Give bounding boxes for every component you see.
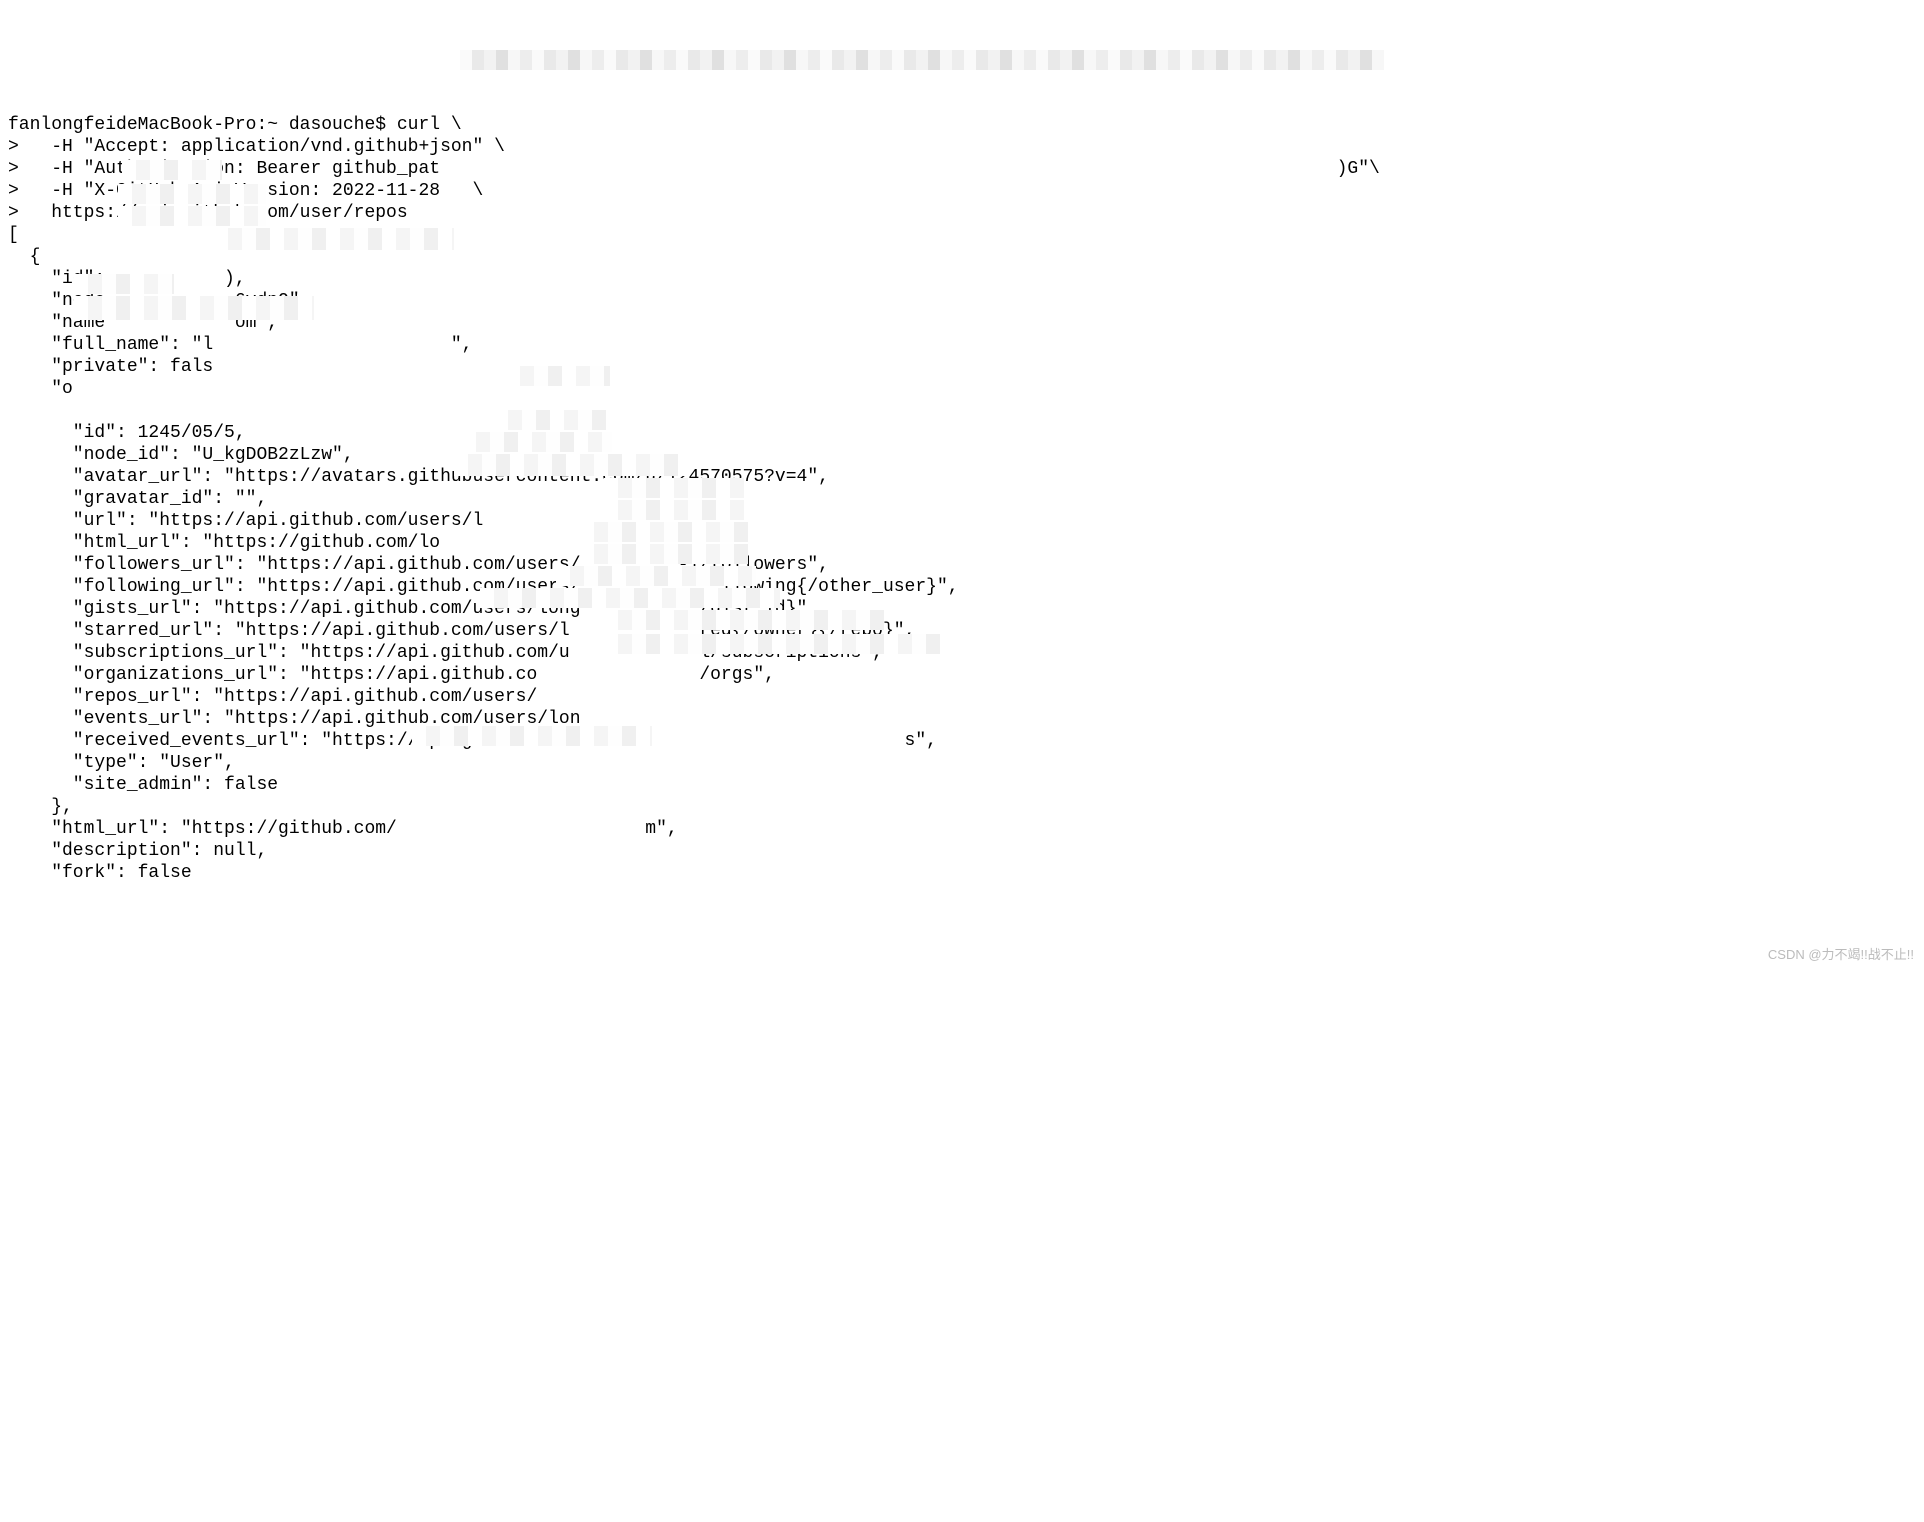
redaction-json-2	[118, 184, 266, 204]
json-owner-login	[8, 401, 73, 421]
redaction-starred	[580, 522, 748, 542]
redaction-orgs	[556, 566, 756, 586]
json-fork: "fork": false	[8, 863, 192, 883]
redaction-events	[604, 610, 884, 630]
json-html-url: "html_url": "https://github.com/ m",	[8, 819, 678, 839]
redaction-gists	[604, 500, 744, 520]
json-owner-type: "type": "User",	[8, 753, 235, 773]
csdn-watermark: CSDN @力不竭!!战不止!!	[1768, 944, 1914, 966]
json-owner-html-url: "html_url": "https://github.com/lo	[8, 533, 440, 553]
json-owner-open: "o	[8, 379, 73, 399]
redaction-followers	[454, 454, 690, 476]
redaction-auth-token	[460, 50, 1384, 70]
json-owner-repos-url: "repos_url": "https://api.github.com/use…	[8, 687, 537, 707]
redaction-avatar	[506, 366, 610, 386]
terminal-output: fanlongfeideMacBook-Pro:~ dasouche$ curl…	[8, 92, 1916, 884]
json-owner-gravatar-id: "gravatar_id": "",	[8, 489, 267, 509]
redaction-json-3	[118, 206, 266, 226]
json-owner-url: "url": "https://api.github.com/users/l ,	[8, 511, 602, 531]
redaction-url	[494, 410, 608, 430]
json-description: "description": null,	[8, 841, 267, 861]
redaction-json-1	[122, 160, 222, 180]
redaction-html-url-owner	[462, 432, 612, 452]
json-full-name: "full_name": "l ",	[8, 335, 472, 355]
redaction-received-events	[604, 634, 944, 654]
redaction-repos	[480, 588, 780, 608]
json-open-brace: {	[8, 247, 40, 267]
json-owner-site-admin: "site_admin": false	[8, 775, 278, 795]
redaction-json-4	[214, 228, 454, 250]
redaction-json-5	[74, 274, 174, 294]
json-private: "private": fals	[8, 357, 213, 377]
json-owner-close-brace: },	[8, 797, 73, 817]
curl-header-accept: > -H "Accept: application/vnd.github+jso…	[8, 137, 505, 157]
json-owner-organizations-url: "organizations_url": "https://api.github…	[8, 665, 775, 685]
json-owner-id: "id": 1245/05/5,	[8, 423, 246, 443]
json-open-bracket: [	[8, 225, 19, 245]
prompt-line: fanlongfeideMacBook-Pro:~ dasouche$ curl…	[8, 115, 462, 135]
json-owner-node-id: "node_id": "U_kgDOB2zLzw",	[8, 445, 354, 465]
redaction-html-url	[412, 726, 652, 746]
redaction-subscriptions	[580, 544, 748, 564]
redaction-json-6	[74, 296, 314, 320]
redaction-following	[604, 478, 744, 498]
